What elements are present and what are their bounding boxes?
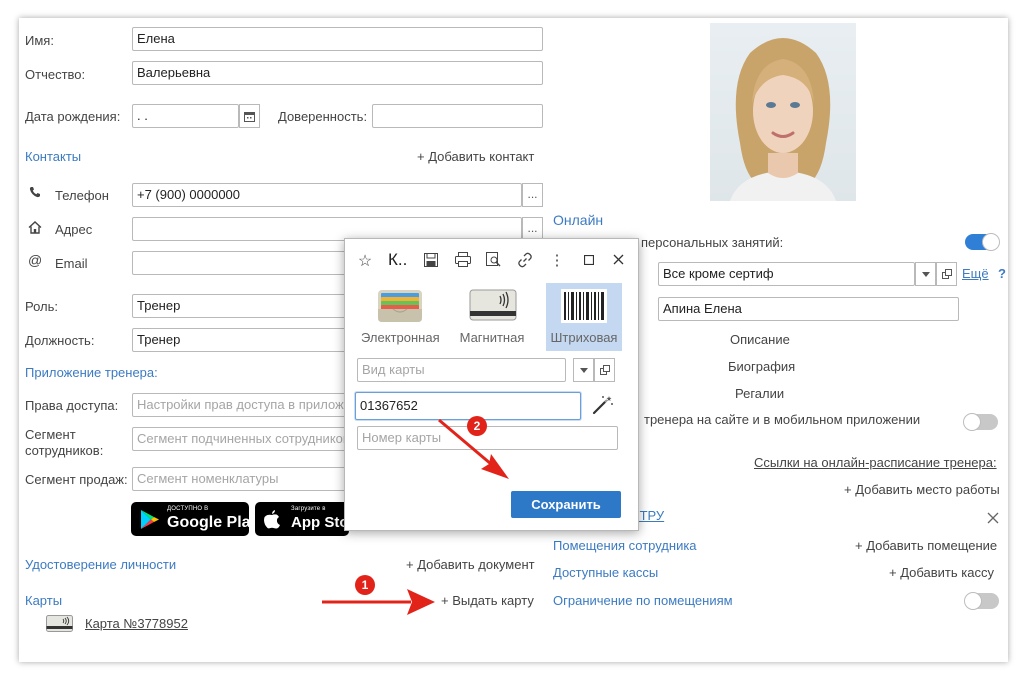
chevron-down-icon: [921, 272, 930, 277]
card-type-magnetic[interactable]: Магнитная: [454, 283, 530, 351]
phone-label: Телефон: [55, 188, 109, 203]
biography-link[interactable]: Биография: [728, 359, 795, 375]
dialog-close-icon[interactable]: [613, 254, 624, 265]
preview-icon[interactable]: [486, 252, 501, 267]
phone-more-button[interactable]: ...: [522, 183, 543, 207]
proxy-label: Доверенность:: [278, 109, 368, 124]
schedule-links[interactable]: Ссылки на онлайн-расписание тренера:: [754, 455, 997, 471]
role-label: Роль:: [25, 299, 59, 314]
app-store-badge[interactable]: Загрузите в App Store: [255, 502, 363, 536]
show-on-site-label: тренера на сайте и в мобильном приложени…: [644, 412, 921, 427]
barcode-icon: [561, 289, 607, 323]
calendar-button[interactable]: [239, 104, 260, 128]
card-type-magnetic-label: Магнитная: [459, 330, 525, 345]
save-icon[interactable]: [424, 253, 438, 267]
print-icon[interactable]: [455, 252, 471, 267]
position-label: Должность:: [25, 333, 95, 348]
add-workplace-button[interactable]: + Добавить место работы: [844, 482, 1000, 498]
card-type-barcode-label: Штриховая: [550, 330, 618, 345]
description-link[interactable]: Описание: [730, 332, 790, 348]
card-kind-field[interactable]: Вид карты: [357, 358, 566, 382]
open-window-icon: [599, 365, 610, 375]
room-restriction-link[interactable]: Ограничение по помещениям: [553, 593, 733, 609]
google-play-badge[interactable]: ДОСТУПНО В Google Play: [131, 502, 259, 536]
magnetic-stripe-icon: [469, 289, 517, 321]
at-icon: @: [28, 252, 43, 268]
add-room-button[interactable]: + Добавить помещение: [855, 538, 997, 554]
dialog-title: К..: [388, 250, 408, 269]
room-restriction-toggle[interactable]: [964, 592, 999, 610]
cashdesk-link[interactable]: Доступные кассы: [553, 565, 658, 581]
proxy-field[interactable]: [372, 104, 543, 128]
filter-dropdown-button[interactable]: [915, 262, 936, 286]
employee-photo: [710, 23, 856, 201]
card-type-electronic[interactable]: Электронная: [361, 283, 440, 351]
issue-card-button[interactable]: + Выдать карту: [441, 593, 534, 609]
online-name-field[interactable]: Апина Елена: [658, 297, 959, 321]
card-link[interactable]: Карта №3778952: [85, 616, 188, 632]
more-vertical-icon[interactable]: ⋮: [547, 251, 567, 269]
portrait-illustration: [730, 38, 836, 201]
card-number-field[interactable]: Номер карты: [357, 426, 618, 450]
phone-field[interactable]: +7 (900) 0000000: [132, 183, 522, 207]
card-kind-dropdown[interactable]: [573, 358, 594, 382]
patronymic-label: Отчество:: [25, 67, 86, 82]
card-type-electronic-label: Электронная: [361, 330, 440, 345]
chevron-down-icon: [579, 368, 588, 373]
help-button[interactable]: ?: [998, 266, 1006, 281]
app-store-small-text: Загрузите в: [291, 506, 326, 512]
add-cashdesk-button[interactable]: + Добавить кассу: [889, 565, 994, 581]
phone-icon: [29, 187, 40, 198]
apple-icon: [264, 510, 280, 529]
segment-employees-label: Сегмент сотрудников:: [25, 427, 104, 458]
access-label: Права доступа:: [25, 398, 119, 413]
address-label: Адрес: [55, 222, 93, 237]
card-kind-open-button[interactable]: [594, 358, 615, 382]
card-dialog: ☆ К.. ⋮ Электронная Магнитная Штриховая …: [344, 238, 639, 531]
patronymic-field[interactable]: Валерьевна: [132, 61, 543, 85]
home-icon: [28, 221, 42, 234]
google-play-text: Google Play: [167, 514, 260, 531]
add-contact-button[interactable]: + Добавить контакт: [417, 149, 534, 165]
maximize-icon[interactable]: [584, 255, 594, 265]
open-window-icon: [941, 269, 952, 279]
arrow-1-head: [407, 589, 435, 615]
regalia-link[interactable]: Регалии: [735, 386, 784, 402]
segment-sales-label: Сегмент продаж:: [25, 472, 128, 487]
magnetic-card-icon: [46, 615, 73, 632]
contacts-link[interactable]: Контакты: [25, 149, 81, 165]
personal-lessons-toggle[interactable]: [965, 233, 1000, 251]
step-1-badge: 1: [355, 575, 375, 595]
google-play-small-text: ДОСТУПНО В: [167, 506, 209, 512]
google-play-icon: [141, 510, 159, 529]
barcode-field[interactable]: 01367652: [355, 392, 581, 420]
card-type-barcode[interactable]: Штриховая: [546, 283, 622, 351]
step-2-badge: 2: [467, 416, 487, 436]
save-button[interactable]: Сохранить: [511, 491, 621, 518]
show-on-site-toggle[interactable]: [963, 413, 998, 431]
online-filter-select[interactable]: Все кроме сертиф: [658, 262, 915, 286]
magic-wand-icon[interactable]: [592, 395, 614, 415]
name-label: Имя:: [25, 33, 54, 48]
wallet-icon: [378, 290, 422, 322]
online-title: Онлайн: [553, 212, 604, 228]
link-icon[interactable]: [517, 252, 533, 268]
close-icon[interactable]: [987, 512, 999, 524]
star-icon[interactable]: ☆: [355, 251, 375, 271]
calendar-icon: [244, 112, 255, 122]
rooms-link[interactable]: Помещения сотрудника: [553, 538, 697, 554]
employee-form-window: Имя: Елена Отчество: Валерьевна Дата рож…: [19, 18, 1008, 662]
identity-link[interactable]: Удостоверение личности: [25, 557, 176, 573]
name-field[interactable]: Елена: [132, 27, 543, 51]
filter-open-button[interactable]: [936, 262, 957, 286]
personal-lessons-label: персональных занятий:: [641, 235, 784, 250]
trainer-app-link[interactable]: Приложение тренера:: [25, 365, 158, 381]
cards-link[interactable]: Карты: [25, 593, 62, 609]
add-document-button[interactable]: + Добавить документ: [406, 557, 535, 573]
more-link[interactable]: Ещё: [962, 266, 989, 281]
birthdate-field[interactable]: . .: [132, 104, 239, 128]
birthdate-label: Дата рождения:: [25, 109, 121, 124]
email-label: Email: [55, 256, 88, 271]
